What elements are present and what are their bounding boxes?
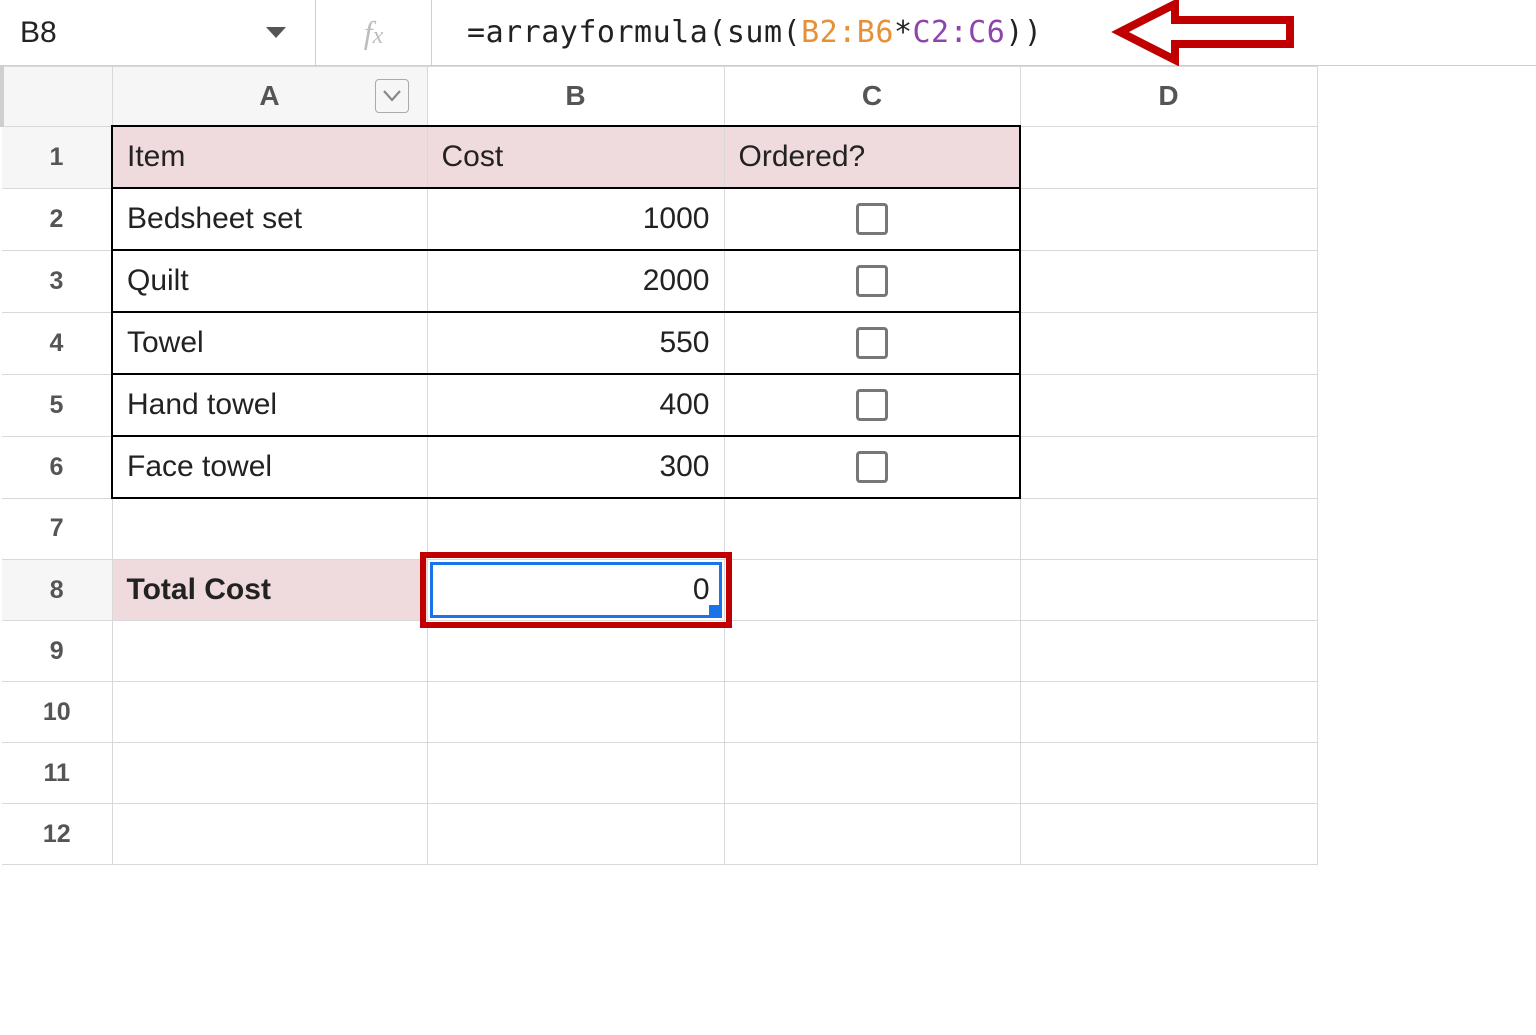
- cell[interactable]: 550: [428, 313, 724, 373]
- cell[interactable]: [725, 251, 1020, 311]
- cell[interactable]: [725, 375, 1020, 435]
- cell[interactable]: [1021, 127, 1317, 188]
- cell[interactable]: [1021, 375, 1317, 436]
- table-row: 11: [2, 743, 1317, 804]
- cell[interactable]: [1021, 499, 1317, 560]
- cell[interactable]: Ordered?: [725, 127, 1020, 187]
- cell[interactable]: [1021, 743, 1317, 803]
- cell[interactable]: [1021, 682, 1317, 742]
- checkbox[interactable]: [856, 203, 888, 235]
- cell[interactable]: [725, 804, 1020, 864]
- name-box[interactable]: B8: [0, 0, 316, 65]
- spreadsheet-app: { "namebox": {"cell_ref": "B8"}, "formul…: [0, 0, 1536, 865]
- row-header[interactable]: 10: [2, 682, 112, 743]
- fx-icon: fx: [316, 0, 432, 65]
- table-row: 7: [2, 498, 1317, 560]
- cell[interactable]: 1000: [428, 189, 724, 249]
- spreadsheet-grid[interactable]: A B C D 1 Item Cost Ordered? 2 Bedsheet …: [0, 66, 1536, 865]
- table-row: 10: [2, 682, 1317, 743]
- cell[interactable]: [113, 743, 427, 803]
- cell[interactable]: Hand towel: [113, 375, 427, 435]
- row-header[interactable]: 3: [2, 250, 112, 312]
- table-row: 3 Quilt 2000: [2, 250, 1317, 312]
- cell[interactable]: Bedsheet set: [113, 189, 427, 249]
- table-row: 2 Bedsheet set 1000: [2, 188, 1317, 250]
- cell[interactable]: [1021, 621, 1317, 681]
- table-row: 6 Face towel 300: [2, 436, 1317, 498]
- cell[interactable]: Total Cost: [113, 560, 427, 620]
- checkbox[interactable]: [856, 451, 888, 483]
- cell[interactable]: 0: [428, 560, 724, 620]
- cell[interactable]: [1021, 437, 1317, 498]
- row-header[interactable]: 7: [2, 498, 112, 560]
- formula-bar: B8 fx =arrayformula(sum(B2:B6*C2:C6)): [0, 0, 1536, 66]
- checkbox[interactable]: [856, 389, 888, 421]
- cell[interactable]: [725, 313, 1020, 373]
- cell[interactable]: [113, 621, 427, 681]
- table-row: 4 Towel 550: [2, 312, 1317, 374]
- cell[interactable]: [725, 682, 1020, 742]
- checkbox[interactable]: [856, 327, 888, 359]
- cell[interactable]: [113, 804, 427, 864]
- row-header[interactable]: 4: [2, 312, 112, 374]
- table-row: 5 Hand towel 400: [2, 374, 1317, 436]
- cell[interactable]: [1021, 313, 1317, 374]
- cell[interactable]: [1021, 189, 1317, 250]
- cell[interactable]: [1021, 804, 1317, 864]
- table-row: 1 Item Cost Ordered?: [2, 126, 1317, 188]
- cell[interactable]: 300: [428, 437, 724, 497]
- select-all-corner[interactable]: [2, 67, 112, 127]
- cell[interactable]: Quilt: [113, 251, 427, 311]
- cell[interactable]: [428, 621, 724, 681]
- table-row: 9: [2, 621, 1317, 682]
- row-header[interactable]: 12: [2, 804, 112, 865]
- caret-down-icon[interactable]: [265, 26, 287, 40]
- column-header-row: A B C D: [2, 67, 1317, 127]
- column-header-C[interactable]: C: [724, 67, 1020, 127]
- table-row: 8 Total Cost 0: [2, 560, 1317, 621]
- row-header[interactable]: 2: [2, 188, 112, 250]
- cell[interactable]: Cost: [428, 127, 724, 187]
- chevron-down-icon[interactable]: [375, 79, 409, 113]
- row-header[interactable]: 11: [2, 743, 112, 804]
- cell[interactable]: Towel: [113, 313, 427, 373]
- column-header-D[interactable]: D: [1020, 67, 1317, 127]
- cell[interactable]: [428, 743, 724, 803]
- cell[interactable]: [725, 621, 1020, 681]
- cell[interactable]: [725, 499, 1020, 559]
- cell[interactable]: Item: [113, 127, 427, 187]
- name-box-value: B8: [20, 16, 57, 50]
- row-header[interactable]: 8: [2, 560, 112, 621]
- cell[interactable]: 2000: [428, 251, 724, 311]
- cell[interactable]: Face towel: [113, 437, 427, 497]
- cell[interactable]: [113, 682, 427, 742]
- cell[interactable]: [725, 560, 1020, 620]
- cell[interactable]: [428, 499, 724, 559]
- cell[interactable]: [428, 682, 724, 742]
- row-header[interactable]: 6: [2, 436, 112, 498]
- cell[interactable]: [725, 189, 1020, 249]
- selected-cell[interactable]: 0: [427, 560, 724, 621]
- cell[interactable]: [113, 499, 427, 559]
- row-header[interactable]: 1: [2, 126, 112, 188]
- cell[interactable]: [428, 804, 724, 864]
- checkbox[interactable]: [856, 265, 888, 297]
- cell[interactable]: 400: [428, 375, 724, 435]
- cell[interactable]: [1021, 560, 1317, 620]
- row-header[interactable]: 5: [2, 374, 112, 436]
- column-header-A[interactable]: A: [112, 67, 427, 127]
- cell[interactable]: [1021, 251, 1317, 312]
- cell[interactable]: [725, 437, 1020, 497]
- table-row: 12: [2, 804, 1317, 865]
- row-header[interactable]: 9: [2, 621, 112, 682]
- formula-input[interactable]: =arrayformula(sum(B2:B6*C2:C6)): [432, 0, 1536, 65]
- column-header-B[interactable]: B: [427, 67, 724, 127]
- cell[interactable]: [725, 743, 1020, 803]
